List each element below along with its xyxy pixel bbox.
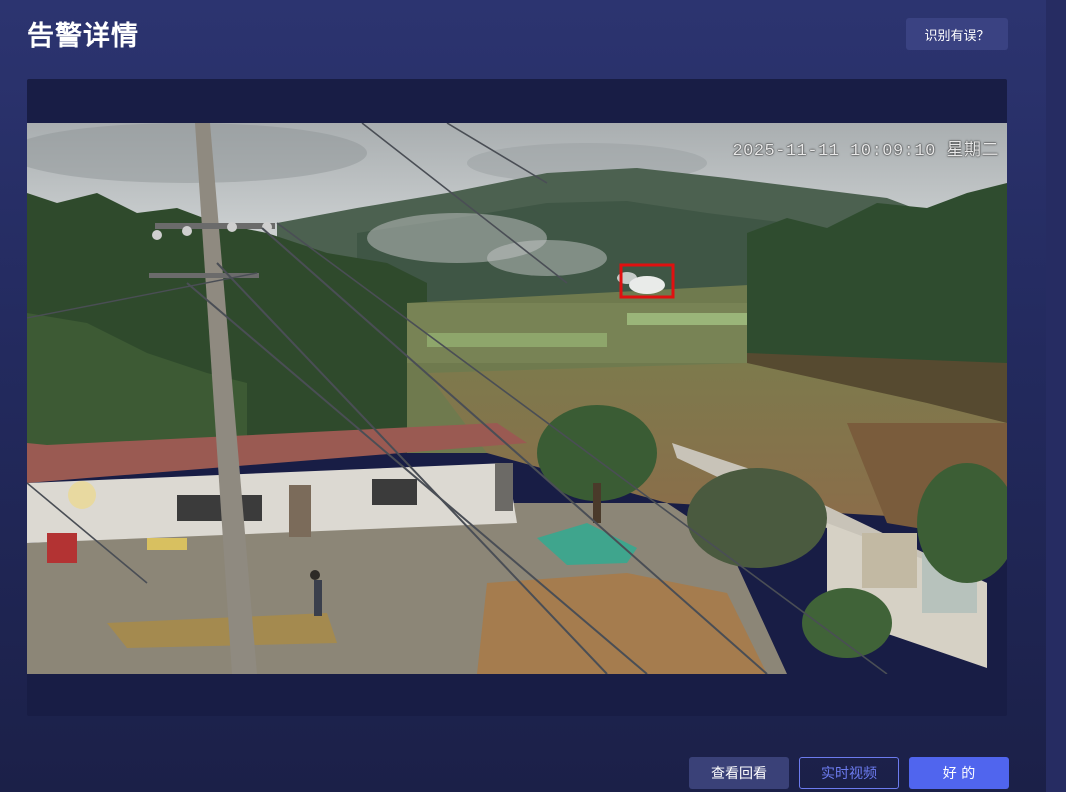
ok-button[interactable]: 好 的 bbox=[909, 757, 1009, 789]
page-title: 告警详情 bbox=[27, 21, 139, 52]
view-playback-button[interactable]: 查看回看 bbox=[689, 757, 789, 789]
report-misidentification-button[interactable]: 识别有误？ bbox=[906, 18, 1008, 50]
alarm-image-viewer: 2025-11-11 10:09:10 星期二 bbox=[27, 79, 1007, 716]
right-edge-strip bbox=[1046, 0, 1066, 792]
alarm-snapshot bbox=[27, 123, 1007, 674]
live-video-button[interactable]: 实时视频 bbox=[799, 757, 899, 789]
camera-timestamp: 2025-11-11 10:09:10 星期二 bbox=[732, 142, 999, 161]
